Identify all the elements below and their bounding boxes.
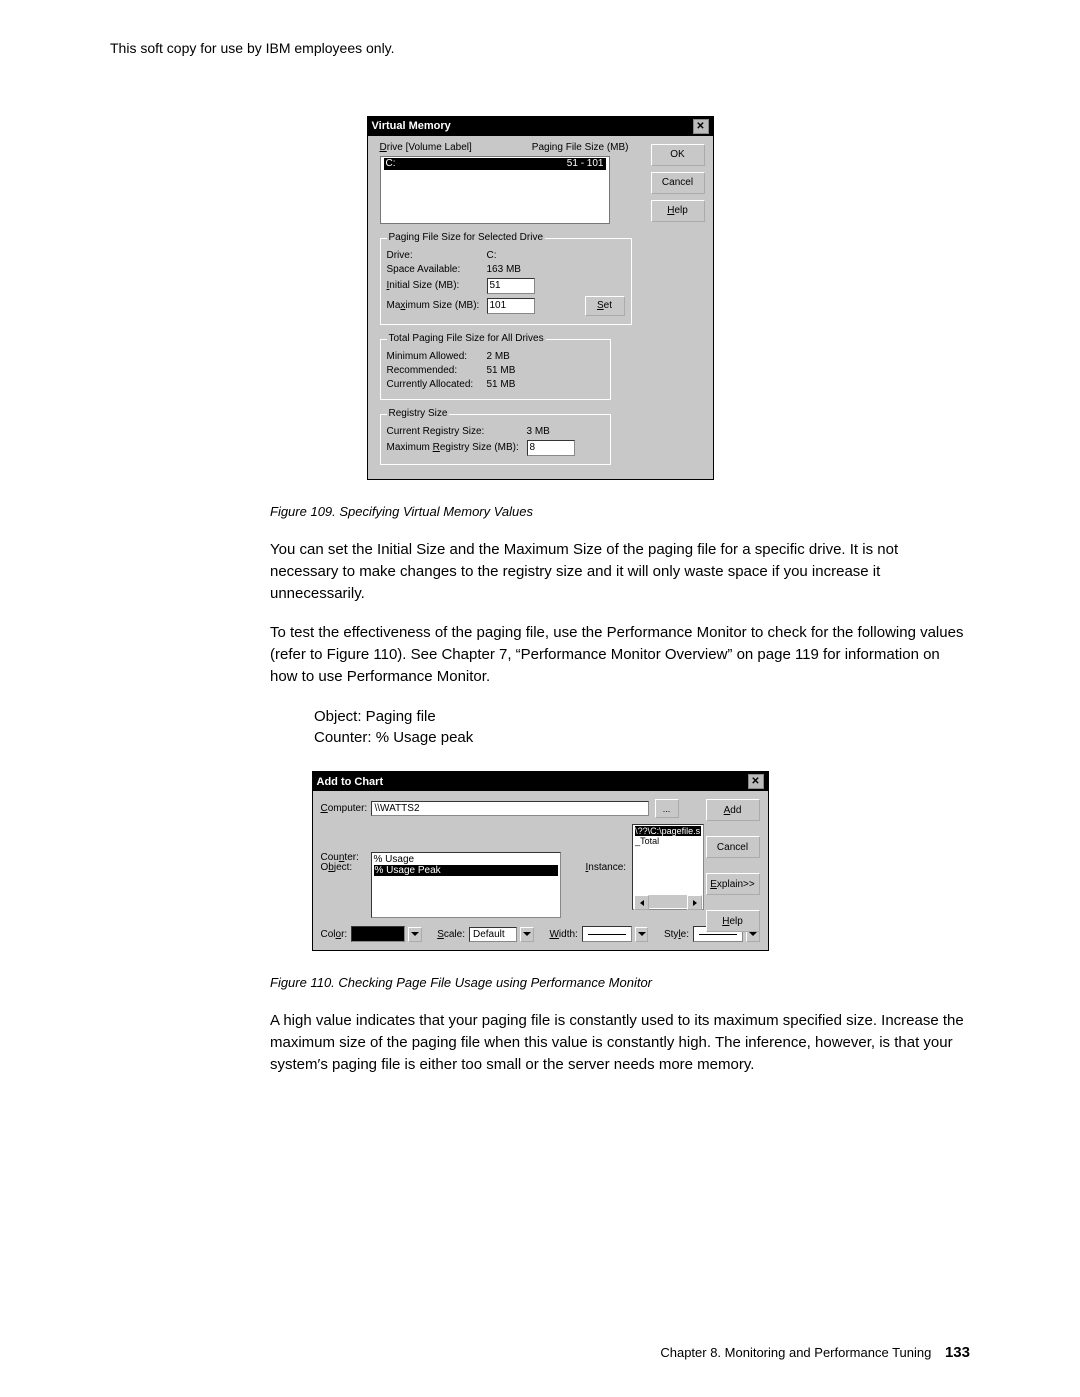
vm-button-column: OK Cancel Help — [651, 144, 705, 226]
page-footer: Chapter 8. Monitoring and Performance Tu… — [660, 1344, 970, 1361]
explain-button[interactable]: Explain>> — [706, 873, 760, 895]
counter-label: Counter: — [321, 852, 371, 863]
color-label: Color: — [321, 929, 348, 940]
style-label: Style: — [664, 929, 689, 940]
drive-row-selected[interactable]: C: 51 - 101 — [384, 158, 606, 170]
page: This soft copy for use by IBM employees … — [0, 0, 1080, 1397]
instance-listbox[interactable]: \??\C:\pagefile.s _Total — [632, 824, 704, 910]
min-value: 2 MB — [487, 351, 510, 363]
drive-value: C: — [487, 250, 497, 262]
help-button[interactable]: Help — [706, 910, 760, 932]
paging-col-label: Paging File Size (MB) — [532, 142, 629, 154]
space-value: 163 MB — [487, 264, 521, 276]
cancel-button[interactable]: Cancel — [706, 836, 760, 858]
vm-titlebar: Virtual Memory ✕ — [368, 117, 713, 136]
max-size-input[interactable]: 101 — [487, 298, 535, 314]
drive-col-label: Drive [Volume Label] — [380, 142, 472, 154]
group-total-legend: Total Paging File Size for All Drives — [387, 333, 546, 345]
cancel-button[interactable]: Cancel — [651, 172, 705, 194]
color-dropdown[interactable] — [351, 926, 405, 942]
cur-label: Currently Allocated: — [387, 379, 487, 391]
object-label: Object: — [321, 862, 371, 873]
scale-label: Scale: — [437, 929, 465, 940]
close-icon[interactable]: ✕ — [748, 774, 764, 789]
paragraph-2: To test the effectiveness of the paging … — [270, 622, 970, 687]
group-selected-legend: Paging File Size for Selected Drive — [387, 232, 546, 244]
chart-format-row: Color: Scale: Default Width: Style: — [321, 926, 760, 942]
reg-cur-label: Current Registry Size: — [387, 426, 527, 438]
instance-item-selected[interactable]: \??\C:\pagefile.s — [635, 826, 701, 836]
min-label: Minimum Allowed: — [387, 351, 487, 363]
page-number: 133 — [945, 1344, 970, 1361]
indent-line-1: Object: Paging file — [314, 706, 970, 728]
drive-listbox[interactable]: C: 51 - 101 — [380, 156, 610, 224]
space-label: Space Available: — [387, 264, 487, 276]
instance-label: Instance: — [586, 862, 627, 873]
reg-cur-value: 3 MB — [527, 426, 550, 438]
reg-max-label: Maximum Registry Size (MB): — [387, 442, 527, 454]
rec-label: Recommended: — [387, 365, 487, 377]
addchart-title: Add to Chart — [317, 776, 384, 788]
figure-110-wrap: Add to Chart ✕ Add Cancel Explain>> Help… — [110, 767, 970, 951]
figure-110-caption: Figure 110. Checking Page File Usage usi… — [270, 975, 970, 990]
ok-button[interactable]: OK — [651, 144, 705, 166]
group-registry-legend: Registry Size — [387, 408, 450, 420]
scale-dropdown[interactable]: Default — [469, 927, 517, 942]
help-button[interactable]: Help — [651, 200, 705, 222]
browse-button[interactable]: ... — [655, 799, 679, 818]
chevron-down-icon[interactable] — [520, 927, 534, 942]
width-label: Width: — [549, 929, 577, 940]
scrollbar[interactable] — [634, 895, 702, 908]
group-total: Total Paging File Size for All Drives Mi… — [380, 333, 611, 400]
range-cell: 51 - 101 — [567, 158, 604, 170]
set-button[interactable]: Set — [585, 296, 625, 316]
width-dropdown[interactable] — [582, 926, 632, 942]
chevron-down-icon[interactable] — [408, 927, 422, 942]
close-icon[interactable]: ✕ — [693, 119, 709, 134]
scroll-left-icon[interactable] — [634, 895, 649, 910]
drive-cell: C: — [386, 158, 396, 170]
counter-item-usage-peak[interactable]: % Usage Peak — [374, 865, 558, 876]
computer-input[interactable]: \\WATTS2 — [371, 801, 649, 816]
header-note: This soft copy for use by IBM employees … — [110, 40, 970, 56]
chevron-down-icon[interactable] — [635, 927, 649, 942]
instance-item-total[interactable]: _Total — [635, 836, 701, 846]
indent-line-2: Counter: % Usage peak — [314, 727, 970, 749]
virtual-memory-dialog: Virtual Memory ✕ OK Cancel Help Drive [V… — [367, 116, 714, 480]
max-size-label: Maximum Size (MB): — [387, 300, 487, 312]
drive-label: Drive: — [387, 250, 487, 262]
addchart-titlebar: Add to Chart ✕ — [313, 772, 768, 791]
initial-size-input[interactable]: 51 — [487, 278, 535, 294]
footer-chapter: Chapter 8. Monitoring and Performance Tu… — [660, 1345, 931, 1360]
counter-item-usage[interactable]: % Usage — [374, 854, 558, 865]
counter-spec-block: Object: Paging file Counter: % Usage pea… — [314, 706, 970, 750]
scroll-right-icon[interactable] — [687, 895, 702, 910]
computer-label: Computer: — [321, 803, 371, 814]
addchart-button-column: Add Cancel Explain>> Help — [706, 799, 760, 936]
counter-listbox[interactable]: % Usage % Usage Peak — [371, 852, 561, 918]
initial-size-label: Initial Size (MB): — [387, 280, 487, 292]
paragraph-3: A high value indicates that your paging … — [270, 1010, 970, 1075]
add-to-chart-dialog: Add to Chart ✕ Add Cancel Explain>> Help… — [312, 771, 769, 951]
figure-109-caption: Figure 109. Specifying Virtual Memory Va… — [270, 504, 970, 519]
paragraph-1: You can set the Initial Size and the Max… — [270, 539, 970, 604]
group-registry: Registry Size Current Registry Size:3 MB… — [380, 408, 611, 465]
vm-title: Virtual Memory — [372, 120, 451, 133]
reg-max-input[interactable]: 8 — [527, 440, 575, 456]
add-button[interactable]: Add — [706, 799, 760, 821]
cur-value: 51 MB — [487, 379, 516, 391]
group-selected-drive: Paging File Size for Selected Drive Driv… — [380, 232, 632, 325]
rec-value: 51 MB — [487, 365, 516, 377]
figure-109-wrap: Virtual Memory ✕ OK Cancel Help Drive [V… — [110, 116, 970, 480]
